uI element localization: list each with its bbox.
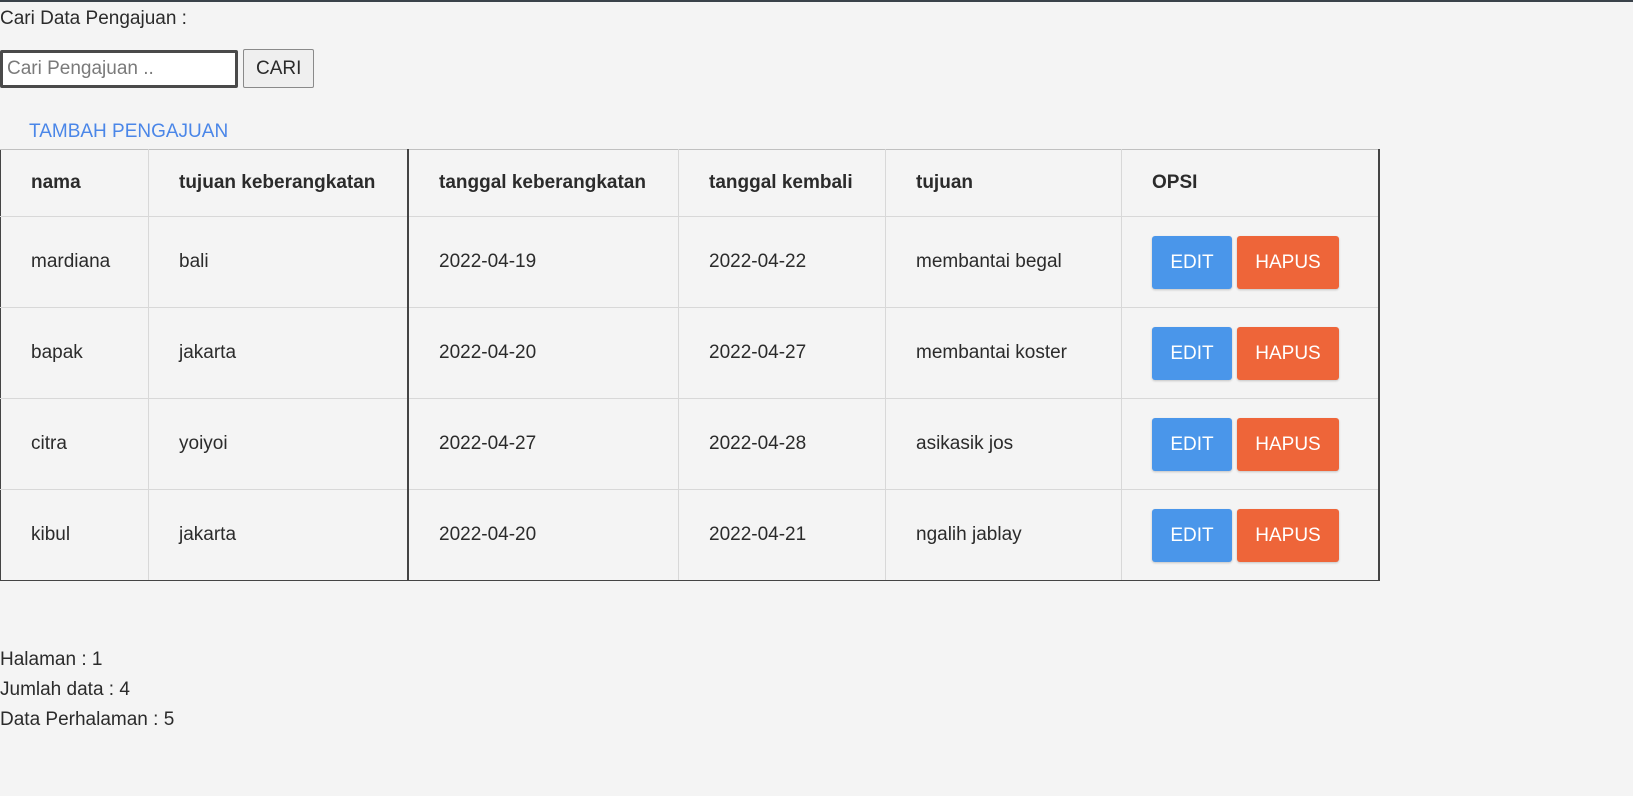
cell-nama: bapak [0, 307, 149, 399]
submission-table: nama tujuan keberangkatan tanggal kebera… [0, 149, 1380, 581]
cell-tujuan-keberangkatan: bali [148, 216, 409, 308]
cell-tanggal-kembali: 2022-04-27 [678, 307, 886, 399]
edit-button[interactable]: EDIT [1152, 508, 1232, 562]
column-header-tujuan-keberangkatan: tujuan keberangkatan [148, 149, 409, 217]
column-header-opsi: OPSI [1121, 149, 1380, 217]
cell-opsi: EDIT HAPUS [1121, 216, 1380, 308]
table-row: kibul jakarta 2022-04-20 2022-04-21 ngal… [0, 489, 1380, 581]
delete-button[interactable]: HAPUS [1237, 508, 1339, 562]
cell-opsi: EDIT HAPUS [1121, 398, 1380, 490]
delete-button[interactable]: HAPUS [1237, 417, 1339, 471]
search-button[interactable]: CARI [243, 49, 315, 88]
add-submission-link[interactable]: TAMBAH PENGAJUAN [29, 121, 228, 143]
pagination-info: Halaman : 1 Jumlah data : 4 Data Perhala… [0, 645, 174, 735]
cell-nama: kibul [0, 489, 149, 581]
search-input[interactable] [0, 49, 238, 88]
cell-tanggal-kembali: 2022-04-21 [678, 489, 886, 581]
cell-tanggal-keberangkatan: 2022-04-27 [407, 398, 679, 490]
cell-opsi: EDIT HAPUS [1121, 307, 1380, 399]
table-row: citra yoiyoi 2022-04-27 2022-04-28 asika… [0, 398, 1380, 490]
cell-tujuan: membantai koster [885, 307, 1122, 399]
delete-button[interactable]: HAPUS [1237, 235, 1339, 289]
cell-nama: citra [0, 398, 149, 490]
edit-button[interactable]: EDIT [1152, 417, 1232, 471]
column-header-tujuan: tujuan [885, 149, 1122, 217]
table-header-row: nama tujuan keberangkatan tanggal kebera… [0, 149, 1380, 217]
per-page-text: Data Perhalaman : 5 [0, 709, 175, 730]
search-label: Cari Data Pengajuan : [0, 8, 187, 29]
cell-tujuan: asikasik jos [885, 398, 1122, 490]
column-header-tanggal-keberangkatan: tanggal keberangkatan [407, 149, 679, 217]
cell-tujuan-keberangkatan: jakarta [148, 307, 409, 399]
cell-tanggal-kembali: 2022-04-22 [678, 216, 886, 308]
cell-nama: mardiana [0, 216, 149, 308]
cell-tanggal-keberangkatan: 2022-04-19 [407, 216, 679, 308]
total-data-text: Jumlah data : 4 [0, 679, 130, 700]
current-page-text: Halaman : 1 [0, 649, 103, 670]
cell-tujuan-keberangkatan: yoiyoi [148, 398, 409, 490]
edit-button[interactable]: EDIT [1152, 235, 1232, 289]
cell-tujuan-keberangkatan: jakarta [148, 489, 409, 581]
cell-tanggal-keberangkatan: 2022-04-20 [407, 307, 679, 399]
cell-tanggal-keberangkatan: 2022-04-20 [407, 489, 679, 581]
cell-tanggal-kembali: 2022-04-28 [678, 398, 886, 490]
column-header-tanggal-kembali: tanggal kembali [678, 149, 886, 217]
table-row: bapak jakarta 2022-04-20 2022-04-27 memb… [0, 307, 1380, 399]
search-form: CARI [0, 49, 315, 88]
cell-tujuan: ngalih jablay [885, 489, 1122, 581]
column-header-nama: nama [0, 149, 149, 217]
cell-tujuan: membantai begal [885, 216, 1122, 308]
delete-button[interactable]: HAPUS [1237, 326, 1339, 380]
cell-opsi: EDIT HAPUS [1121, 489, 1380, 581]
edit-button[interactable]: EDIT [1152, 326, 1232, 380]
table-row: mardiana bali 2022-04-19 2022-04-22 memb… [0, 216, 1380, 308]
